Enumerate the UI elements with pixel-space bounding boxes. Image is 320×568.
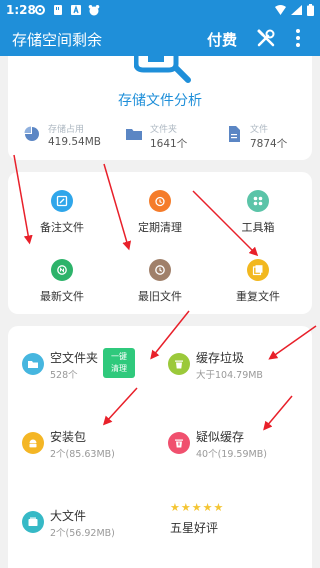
item-detail: 2个(85.63MB) [50, 449, 115, 460]
item-apk-packages[interactable]: 安装包 2个(85.63MB) [22, 428, 132, 460]
item-detail: 528个 [50, 370, 78, 381]
folder-icon [22, 353, 44, 375]
text-a-icon [71, 5, 81, 15]
one-click-clean-button[interactable]: 一键 清理 [103, 348, 135, 378]
suspect-cache-icon [168, 432, 190, 454]
tool-duplicate-files[interactable]: 重复文件 [218, 259, 298, 304]
large-file-icon [22, 511, 44, 533]
star-icon: ★ [213, 501, 224, 514]
item-large-files[interactable]: 大文件 2个(56.92MB) [22, 507, 132, 539]
tool-label: 工具箱 [241, 221, 275, 234]
tool-label: 最新文件 [40, 290, 84, 303]
item-detail: 2个(56.92MB) [50, 528, 115, 539]
new-badge-icon [51, 259, 73, 281]
star-icon: ★ [202, 501, 213, 514]
tool-toolbox[interactable]: 工具箱 [218, 190, 298, 235]
page-title: 存储空间剩余 [12, 31, 103, 49]
star-icon: ★ [180, 501, 191, 514]
app-bar: 存储空间剩余 付费 [0, 22, 320, 56]
stat-value: 1641个 [150, 138, 188, 150]
item-cache-junk[interactable]: 缓存垃圾 大于104.79MB [168, 349, 298, 381]
five-star-rating[interactable]: ★ ★ ★ ★ ★ [170, 502, 223, 513]
item-empty-folders[interactable]: 空文件夹 528个 [22, 349, 102, 381]
history-icon [149, 259, 171, 281]
alarm-clock-icon [149, 190, 171, 212]
note-icon [51, 190, 73, 212]
signal-icon [291, 5, 302, 15]
bear-icon [88, 5, 100, 16]
gear-icon [35, 5, 45, 15]
folder-icon [126, 129, 142, 140]
pie-chart-icon [24, 126, 39, 141]
item-detail: 40个(19.59MB) [196, 449, 267, 460]
analysis-title: 存储文件分析 [118, 93, 202, 109]
tool-oldest-files[interactable]: 最旧文件 [120, 259, 200, 304]
item-detail: 大于104.79MB [196, 370, 263, 381]
tool-note-files[interactable]: 备注文件 [22, 190, 102, 235]
item-name: 空文件夹 [50, 351, 99, 365]
item-name: 疑似缓存 [196, 430, 245, 444]
item-name: 缓存垃圾 [196, 351, 245, 365]
tool-scheduled-clean[interactable]: 定期清理 [120, 190, 200, 235]
star-icon: ★ [191, 501, 202, 514]
tool-label: 备注文件 [40, 221, 84, 234]
tools-icon[interactable] [256, 28, 276, 48]
item-name: 大文件 [50, 509, 87, 523]
stat-label: 存储占用 [48, 125, 85, 135]
rate-label[interactable]: 五星好评 [170, 519, 218, 536]
duplicate-icon [247, 259, 269, 281]
status-bar: 1:28 [0, 0, 320, 22]
item-suspected-cache[interactable]: 疑似缓存 40个(19.59MB) [168, 428, 298, 460]
star-icon: ★ [170, 501, 180, 514]
stat-value: 419.54MB [48, 136, 102, 148]
tool-label: 定期清理 [138, 221, 182, 234]
tool-label: 最旧文件 [138, 290, 182, 303]
trash-icon [168, 353, 190, 375]
storage-icon [54, 5, 62, 15]
pay-button[interactable]: 付费 [207, 29, 237, 50]
battery-icon [307, 4, 314, 16]
magnifier-icon [134, 56, 191, 83]
android-icon [22, 432, 44, 454]
clean-button-line1: 一键 [111, 352, 127, 361]
wifi-icon [275, 5, 286, 15]
tool-label: 重复文件 [236, 290, 280, 303]
status-time: 1:28 [6, 3, 36, 17]
file-icon [229, 126, 240, 142]
item-name: 安装包 [50, 430, 87, 444]
stat-label: 文件夹 [150, 125, 178, 135]
more-icon[interactable] [294, 28, 302, 48]
tool-newest-files[interactable]: 最新文件 [22, 259, 102, 304]
apps-grid-icon [247, 190, 269, 212]
clean-button-line2: 清理 [111, 364, 127, 373]
stat-label: 文件 [250, 125, 269, 135]
stat-value: 7874个 [250, 138, 288, 150]
